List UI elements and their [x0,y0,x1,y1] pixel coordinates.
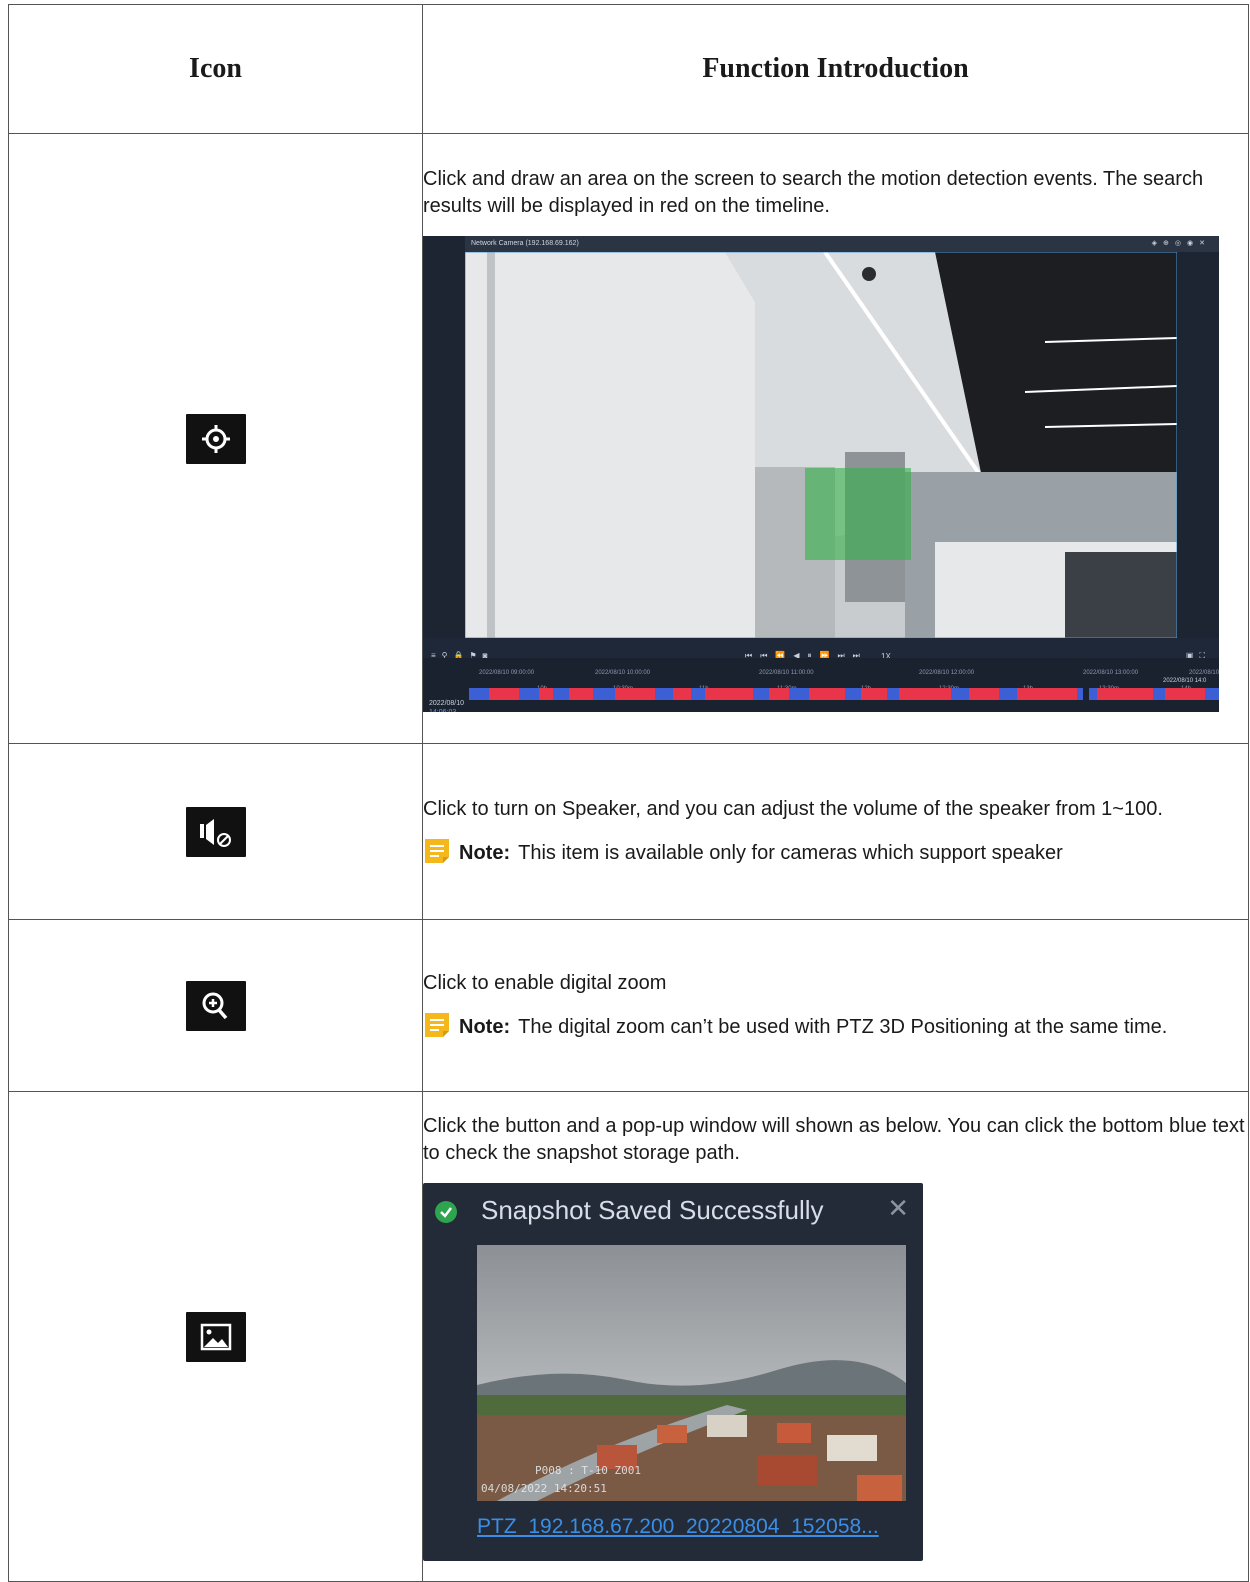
icon-cell [8,133,423,744]
note-label: Note: [459,1016,511,1038]
snapshot-image: P008 : T-10 Z001 04/08/2022 14:20:51 [477,1244,906,1501]
image-icon[interactable] [185,1311,246,1362]
description-text: Click to turn on Speaker, and you can ad… [423,798,1163,820]
note-icon [425,1013,449,1037]
timeline[interactable]: 2022/08/10 09:00:00 2022/08/10 10:00:00 … [423,657,1219,712]
icon-cell [8,1091,423,1582]
popup-title: Snapshot Saved Successfully [481,1194,824,1225]
snapshot-overlay-time: 04/08/2022 14:20:51 [481,1481,607,1495]
note-label: Note: [459,842,511,864]
table-row: Click the button and a pop-up window wil… [8,1091,1249,1582]
note-icon [425,839,449,863]
current-time: 14:06:03 [429,699,456,712]
note-text: This item is available only for cameras … [518,842,1063,864]
snapshot-popup: Snapshot Saved Successfully ✕ P008: T-1… [423,1182,923,1561]
description-cell: Click to turn on Speaker, and you can ad… [422,743,1249,920]
date-tick: 2022/08/10 09:00:00 [479,669,535,676]
note: Note: The digital zoom can’t be used with… [423,1011,1248,1041]
header-function-introduction: Function Introduction [422,4,1249,134]
table-header-row: Icon Function Introduction [8,4,1249,134]
camera-video [465,251,1177,638]
description-cell: Click and draw an area on the screen to … [422,133,1249,744]
icon-cell [8,743,423,920]
function-table: Icon Function Introduction Click and dra… [8,4,1249,1582]
description-text: Click to enable digital zoom [423,972,667,994]
note: Note: This item is available only for cam… [423,837,1248,867]
motion-search-icon[interactable] [185,413,246,464]
description-cell: Click the button and a pop-up window wil… [422,1091,1249,1582]
table-row: Click to enable digital zoom Note: The di… [8,919,1249,1092]
note-text: The digital zoom can’t be used with PTZ … [518,1016,1168,1038]
icon-cell [8,919,423,1092]
motion-area-box [805,467,911,560]
header-icon: Icon [8,4,423,134]
playback-screenshot: Network Camera (192.168.69.162) ◈⊕◎◉✕ ≡⚲… [423,235,1219,712]
motion-event-track [469,687,1219,700]
speaker-muted-icon[interactable] [185,806,246,857]
close-icon[interactable]: ✕ [887,1194,909,1222]
description-text: Click and draw an area on the screen to … [423,167,1204,217]
table-row: Click and draw an area on the screen to … [8,133,1249,744]
description-text: Click the button and a pop-up window wil… [423,1114,1245,1164]
description-cell: Click to enable digital zoom Note: The di… [422,919,1249,1092]
success-check-icon [435,1200,457,1223]
zoom-in-icon[interactable] [185,980,246,1031]
playback-control-bar: ≡⚲🔒⚑◙ ⏮⏮⏪◀⏸⏩⏭⏭ 1X ▣⛶ [423,637,1219,661]
camera-label: Network Camera (192.168.69.162) [471,239,579,247]
window-controls-icon: ◈⊕◎◉✕ [1151,239,1211,247]
camera-title-bar: Network Camera (192.168.69.162) ◈⊕◎◉✕ [465,235,1219,252]
snapshot-path-link[interactable]: PTZ_192.168.67.200_20220804_152058... [477,1513,879,1540]
table-row: Click to turn on Speaker, and you can ad… [8,743,1249,920]
